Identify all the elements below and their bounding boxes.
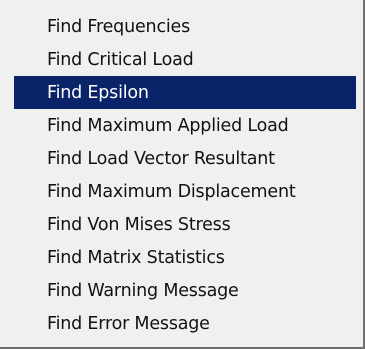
menu-item-find-maximum-applied-load[interactable]: Find Maximum Applied Load: [14, 109, 356, 142]
menu-item-find-matrix-statistics[interactable]: Find Matrix Statistics: [14, 241, 356, 274]
menu-item-find-frequencies[interactable]: Find Frequencies: [14, 10, 356, 43]
menu-item-find-maximum-displacement[interactable]: Find Maximum Displacement: [14, 175, 356, 208]
menu-item-find-epsilon[interactable]: Find Epsilon: [14, 76, 356, 109]
menu-item-find-critical-load[interactable]: Find Critical Load: [14, 43, 356, 76]
menu-item-find-warning-message[interactable]: Find Warning Message: [14, 274, 356, 307]
context-menu: Find Frequencies Find Critical Load Find…: [0, 0, 365, 349]
menu-item-find-von-mises-stress[interactable]: Find Von Mises Stress: [14, 208, 356, 241]
menu-list: Find Frequencies Find Critical Load Find…: [0, 10, 356, 340]
menu-item-find-load-vector-resultant[interactable]: Find Load Vector Resultant: [14, 142, 356, 175]
menu-item-find-error-message[interactable]: Find Error Message: [14, 307, 356, 340]
